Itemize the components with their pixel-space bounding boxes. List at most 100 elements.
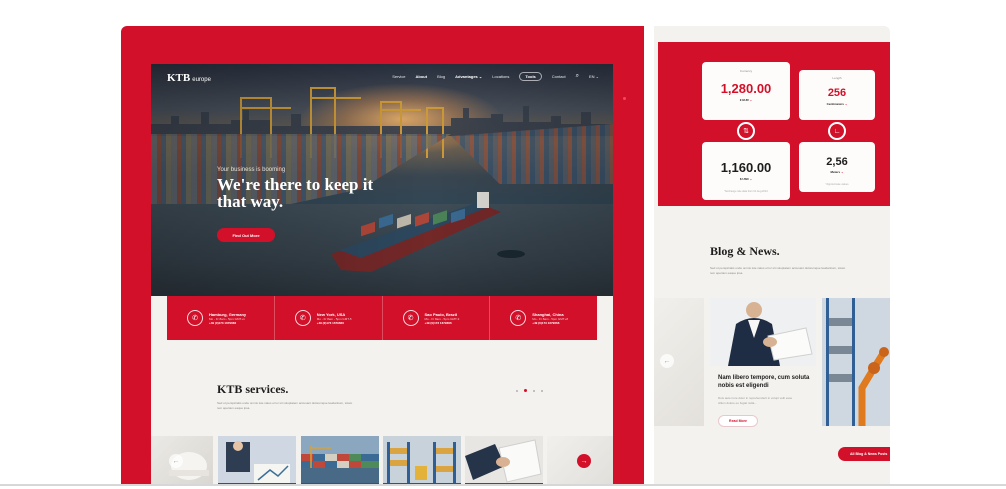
currency-from-unit-label: € EUR bbox=[739, 98, 749, 102]
find-out-more-button[interactable]: Find Out More bbox=[217, 228, 275, 242]
length-from-value: 256 bbox=[827, 87, 847, 99]
phone-icon: ✆ bbox=[294, 310, 311, 326]
documents-image bbox=[465, 436, 543, 486]
warehouse-image bbox=[383, 436, 461, 486]
length-to-unit-label: Meters bbox=[830, 170, 841, 174]
pagination-dot-active[interactable] bbox=[524, 389, 527, 392]
homepage-mockup-board: KTB europe Service About Blog Advantages … bbox=[121, 26, 644, 486]
location-phone: +49 (0)173 1679666 bbox=[532, 320, 560, 325]
hero-headline: We're there to keep it that way. bbox=[217, 175, 374, 211]
currency-swap-icon[interactable]: ⇅ bbox=[737, 122, 755, 140]
blog-image-robot[interactable] bbox=[822, 298, 890, 426]
nav-service[interactable]: Service bbox=[392, 74, 405, 79]
length-label: Length bbox=[832, 76, 842, 80]
tools-blog-mockup: Currency 1,280.00 € EUR ⌄ 1,160.00 $ USD… bbox=[654, 26, 890, 486]
length-from-card[interactable]: Length 256 Centimeters ⌄ bbox=[799, 70, 875, 120]
services-description: Sed ut perspiciatis unde omnis iste natu… bbox=[217, 401, 353, 410]
arrow-left-icon[interactable]: ← bbox=[660, 354, 674, 368]
nav-blog[interactable]: Blog bbox=[437, 74, 445, 79]
phone-icon: ✆ bbox=[510, 310, 527, 326]
blog-heading: Blog & News. bbox=[710, 244, 780, 258]
ruler-icon[interactable]: ∟ bbox=[828, 122, 846, 140]
chevron-down-icon: ⌄ bbox=[844, 102, 848, 106]
service-thumb-warehouse[interactable] bbox=[383, 436, 461, 486]
all-blog-posts-button[interactable]: All Blog & News Posts bbox=[838, 447, 890, 461]
length-to-card[interactable]: 2,56 Meters ⌄ *Approximate values bbox=[799, 142, 875, 192]
location-phone: +49 (0)173 1679666 bbox=[209, 320, 237, 325]
nav-links: Service About Blog Advantages ⌄ Location… bbox=[392, 72, 599, 81]
location-new-york[interactable]: ✆ New York, USA Mo - Fr 8am - 5pm GMT-5 … bbox=[275, 296, 383, 340]
site-logo[interactable]: KTB europe bbox=[167, 72, 211, 84]
pagination-dot[interactable] bbox=[516, 389, 518, 392]
services-carousel: ← → bbox=[151, 436, 613, 486]
location-hamburg[interactable]: ✆ Hamburg, Germany Mo - Fr 8am - 5pm GMT… bbox=[167, 296, 275, 340]
bottom-divider bbox=[0, 484, 1006, 486]
length-from-unit[interactable]: Centimeters ⌄ bbox=[799, 102, 875, 106]
language-label: EN bbox=[588, 74, 595, 79]
nav-locations[interactable]: Locations bbox=[492, 74, 509, 79]
services-pagination bbox=[516, 389, 543, 392]
phone-icon: ✆ bbox=[402, 310, 419, 326]
top-navigation: KTB europe Service About Blog Advantages … bbox=[151, 64, 613, 90]
phone-icon: ✆ bbox=[187, 310, 203, 326]
location-shanghai[interactable]: ✆ Shanghai, China Mo - Fr 8am - 5pm GMT+… bbox=[490, 296, 597, 340]
search-icon[interactable]: ⌕ bbox=[576, 73, 579, 80]
service-thumb-documents[interactable] bbox=[465, 436, 543, 486]
hero-eyebrow: Your business is booming bbox=[217, 167, 286, 173]
location-info: Hamburg, Germany Mo - Fr 8am - 5pm GMT+1… bbox=[209, 312, 246, 325]
location-phone: +49 (0)173 1679666 bbox=[316, 320, 344, 325]
currency-from-value: 1,280.00 bbox=[720, 81, 772, 96]
nav-tools[interactable]: Tools bbox=[519, 72, 542, 81]
currency-from-unit[interactable]: € EUR ⌄ bbox=[702, 98, 790, 102]
language-selector[interactable]: EN ⌄ bbox=[589, 74, 599, 79]
chevron-down-icon: ⌄ bbox=[749, 177, 753, 181]
service-thumb-containers[interactable] bbox=[301, 436, 379, 486]
blog-description: Sed ut perspiciatis unde omnis iste natu… bbox=[710, 266, 846, 275]
currency-label: Currency bbox=[739, 69, 753, 73]
pagination-dot[interactable] bbox=[541, 389, 543, 392]
hero-section: KTB europe Service About Blog Advantages … bbox=[151, 64, 613, 296]
service-thumb-business[interactable] bbox=[218, 436, 296, 486]
locations-bar: ✆ Hamburg, Germany Mo - Fr 8am - 5pm GMT… bbox=[167, 296, 597, 340]
length-from-unit-label: Centimeters bbox=[826, 102, 844, 106]
nav-advantages-label: Advantages bbox=[455, 74, 478, 79]
services-heading: KTB services. bbox=[217, 382, 289, 396]
location-info: New York, USA Mo - Fr 8am - 5pm GMT-5 +4… bbox=[317, 312, 352, 325]
chevron-down-icon: ⌄ bbox=[478, 74, 483, 79]
nav-about[interactable]: About bbox=[416, 74, 428, 79]
length-to-value: 2,56 bbox=[826, 156, 848, 168]
business-meeting-image bbox=[218, 436, 296, 486]
arrow-right-icon[interactable]: → bbox=[577, 454, 591, 468]
location-info: Shanghai, China Mo - Fr 8am - 5pm GMT+8 … bbox=[532, 312, 568, 325]
currency-from-card[interactable]: Currency 1,280.00 € EUR ⌄ bbox=[702, 62, 790, 120]
length-note: *Approximate values bbox=[825, 183, 849, 186]
location-phone: +49 (0)173 1679666 bbox=[424, 320, 452, 325]
currency-to-value: 1,160.00 bbox=[720, 160, 772, 175]
chevron-down-icon: ⌄ bbox=[595, 74, 599, 79]
length-to-unit[interactable]: Meters ⌄ bbox=[799, 170, 875, 174]
pagination-dot[interactable] bbox=[533, 389, 535, 392]
businessman-document-image bbox=[710, 298, 816, 366]
mockup-stage: KTB europe Service About Blog Advantages … bbox=[0, 0, 1006, 489]
arrow-left-icon[interactable]: ← bbox=[169, 454, 183, 468]
read-more-button[interactable]: Read More bbox=[718, 415, 758, 427]
currency-note: *Exchange rate data from 01.Aug.2024 bbox=[724, 190, 768, 193]
blog-post-excerpt: Duis aute irure dolor in reprehenderit i… bbox=[718, 396, 793, 405]
industrial-robot-image bbox=[822, 298, 890, 426]
currency-to-unit[interactable]: $ USD ⌄ bbox=[702, 177, 790, 181]
currency-to-card[interactable]: 1,160.00 $ USD ⌄ *Exchange rate data fro… bbox=[702, 142, 790, 200]
decorative-dot bbox=[623, 97, 626, 100]
logo-mark: KTB bbox=[167, 72, 191, 84]
converter-widget: Currency 1,280.00 € EUR ⌄ 1,160.00 $ USD… bbox=[658, 42, 890, 206]
chevron-down-icon: ⌄ bbox=[749, 98, 753, 102]
blog-post-title[interactable]: Nam libero tempore, cum soluta nobis est… bbox=[718, 374, 822, 390]
homepage-preview: KTB europe Service About Blog Advantages … bbox=[151, 64, 613, 486]
blog-post-image[interactable] bbox=[710, 298, 816, 366]
nav-advantages[interactable]: Advantages ⌄ bbox=[455, 74, 482, 79]
location-sao-paulo[interactable]: ✆ Sao Paulo, Brazil Mo - Fr 8am - 5pm GM… bbox=[383, 296, 491, 340]
currency-to-unit-label: $ USD bbox=[739, 177, 749, 181]
nav-contact[interactable]: Contact bbox=[552, 74, 566, 79]
chevron-down-icon: ⌄ bbox=[841, 170, 844, 174]
container-terminal-image bbox=[301, 436, 379, 486]
logo-subtitle: europe bbox=[192, 77, 211, 83]
